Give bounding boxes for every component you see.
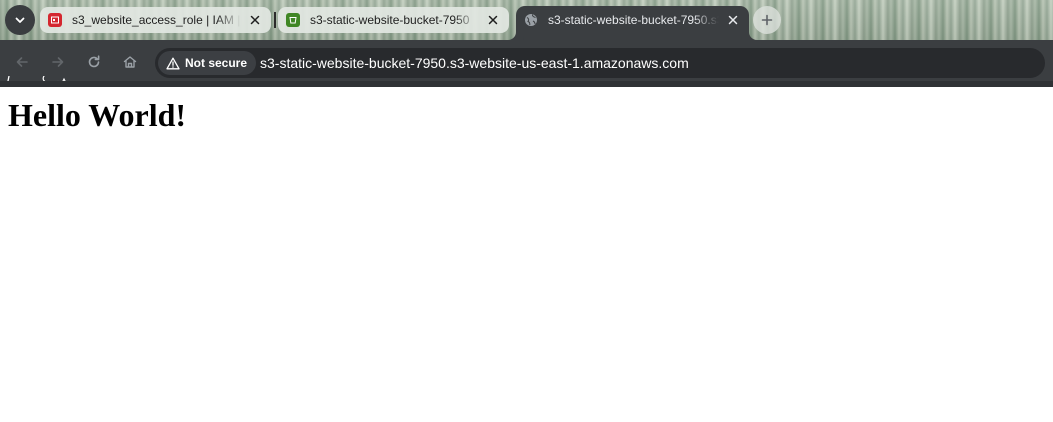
arrow-right-icon [52,57,64,67]
address-bar[interactable]: Not secure s3-static-website-bucket-7950… [155,48,1045,78]
browser-toolbar: Not secure s3-static-website-bucket-7950… [0,40,1053,90]
forward-button[interactable] [46,50,70,74]
url-text[interactable]: s3-static-website-bucket-7950.s3-website… [260,55,689,71]
close-icon[interactable] [725,12,741,28]
tab-title: s3_website_access_role | IAM | Global [72,13,241,27]
s3-service-icon [286,13,300,27]
tab-title: s3-static-website-bucket-7950 [310,13,470,27]
security-status-chip[interactable]: Not secure [158,51,257,75]
plus-icon [761,14,773,26]
page-content: Hello World! [0,87,1053,422]
tab-title: s3-static-website-bucket-7950.s3-website… [548,13,719,27]
tab-divider [274,12,276,28]
home-icon [123,56,137,68]
back-button[interactable] [10,50,34,74]
close-icon[interactable] [485,12,501,28]
page-heading: Hello World! [8,97,187,133]
reload-button[interactable] [82,50,106,74]
close-icon[interactable] [247,12,263,28]
iam-service-icon [48,13,62,27]
tab-s3-bucket[interactable]: s3-static-website-bucket-7950 [278,7,509,33]
home-button[interactable] [118,50,142,74]
new-tab-button[interactable] [753,6,781,34]
security-label: Not secure [185,56,248,70]
arrow-left-icon [16,57,28,67]
reload-icon [88,55,100,68]
tab-strip: s3_website_access_role | IAM | Global s3… [0,0,1053,40]
tab-search-button[interactable] [5,5,35,35]
tab-website[interactable]: s3-static-website-bucket-7950.s3-website… [516,6,749,40]
chevron-down-icon [15,17,25,23]
tab-iam-role[interactable]: s3_website_access_role | IAM | Global [40,7,271,33]
globe-icon [524,13,538,27]
warning-triangle-icon [166,57,180,69]
